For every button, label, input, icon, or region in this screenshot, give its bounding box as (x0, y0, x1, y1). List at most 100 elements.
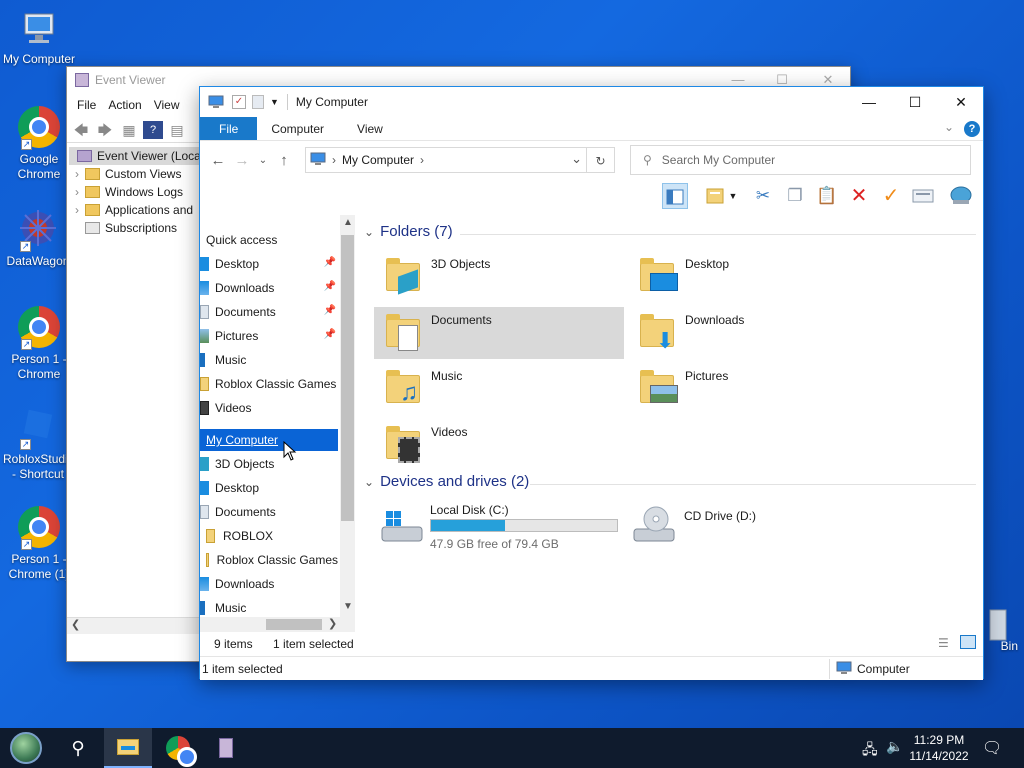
navigation-pane-icon[interactable] (662, 183, 688, 209)
console-tree-icon[interactable]: ▦ (119, 121, 139, 139)
view-dropdown-icon[interactable]: ▼ (728, 183, 738, 209)
ribbon-expand-icon[interactable]: ⌄ (944, 120, 954, 134)
copy-icon[interactable]: ❐ (782, 183, 808, 209)
address-bar[interactable]: › My Computer › ⌄ (305, 147, 587, 173)
menu-action[interactable]: Action (102, 98, 147, 112)
delete-icon[interactable]: ✕ (846, 183, 872, 209)
menu-view[interactable]: View (148, 98, 186, 112)
taskbar-file-explorer[interactable] (104, 728, 152, 768)
tab-computer[interactable]: Computer (257, 117, 338, 140)
help-icon[interactable]: ? (964, 121, 980, 137)
up-arrow-icon[interactable]: ↑ (272, 152, 296, 169)
nav-item-3d-objects[interactable]: 3D Objects (200, 453, 338, 475)
breadcrumb-chevron-icon[interactable]: › (332, 153, 336, 167)
folder-tile-pictures[interactable]: Pictures (628, 363, 878, 415)
address-dropdown-icon[interactable]: ⌄ (571, 151, 582, 167)
drive-tile-cd-drive-d[interactable]: CD Drive (D:) (628, 499, 878, 555)
breadcrumb-chevron-icon[interactable]: › (420, 153, 424, 167)
properties-icon[interactable]: ▤ (167, 121, 187, 139)
nav-item-music-2[interactable]: Music (200, 597, 338, 619)
properties-icon[interactable] (910, 183, 936, 209)
menu-file[interactable]: File (71, 98, 102, 112)
nav-item-music[interactable]: Music (200, 349, 338, 371)
maximize-button[interactable]: ☐ (892, 87, 938, 117)
chevron-right-icon[interactable]: › (69, 201, 85, 219)
breadcrumb-my-computer[interactable]: My Computer (342, 153, 414, 167)
nav-item-downloads[interactable]: Downloads (200, 573, 338, 595)
back-arrow-icon[interactable]: ← (206, 152, 230, 169)
notifications-icon[interactable]: 🗨 (982, 738, 1002, 758)
details-view-icon[interactable]: ☰ (938, 636, 949, 650)
folder-tile-music[interactable]: ♫ Music (374, 363, 624, 415)
close-button[interactable]: ✕ (938, 87, 984, 117)
navigation-pane[interactable]: Quick access Desktop 📌 Downloads 📌 Documen… (200, 215, 355, 632)
refresh-button[interactable]: ↻ (587, 147, 615, 173)
desktop-icon-my-computer[interactable]: My Computer (1, 8, 77, 67)
nav-horizontal-scrollbar[interactable]: ❯ (200, 617, 355, 632)
nav-item-documents-pinned[interactable]: Documents 📌 (200, 301, 338, 323)
large-icons-view-icon[interactable] (960, 635, 976, 649)
rename-check-icon[interactable]: ✓ (878, 183, 904, 209)
folder-tile-desktop[interactable]: Desktop (628, 251, 878, 303)
search-button[interactable]: ⚲ (54, 728, 102, 768)
scrollbar-thumb[interactable] (266, 619, 322, 630)
folder-tile-3d-objects[interactable]: 3D Objects (374, 251, 624, 303)
content-area[interactable]: ⌄ Folders (7) 3D Objects Desktop Documen… (358, 215, 983, 632)
tab-view[interactable]: View (338, 117, 397, 140)
back-arrow-icon[interactable]: 🡄 (71, 121, 91, 139)
search-box[interactable]: ⚲ Search My Computer (630, 145, 971, 175)
paste-icon[interactable]: 📋 (814, 183, 840, 209)
tree-item-windows-logs[interactable]: › Windows Logs (69, 183, 209, 201)
collapse-chevron-icon[interactable]: ⌄ (364, 475, 374, 489)
nav-item-documents[interactable]: Documents (200, 501, 338, 523)
chevron-right-icon[interactable]: › (69, 183, 85, 201)
nav-item-roblox[interactable]: ROBLOX (200, 525, 338, 547)
folder-tile-downloads[interactable]: ⬇ Downloads (628, 307, 878, 359)
minimize-button[interactable]: — (846, 87, 892, 117)
collapse-chevron-icon[interactable]: ⌄ (364, 225, 374, 239)
nav-item-desktop-pinned[interactable]: Desktop 📌 (200, 253, 338, 275)
folder-tile-documents[interactable]: Documents (374, 307, 624, 359)
forward-arrow-icon[interactable]: 🡆 (95, 121, 115, 139)
pin-icon[interactable]: 📌 (324, 257, 336, 268)
help-icon[interactable]: ? (143, 120, 163, 139)
nav-vertical-scrollbar[interactable]: ▲ ▼ (340, 215, 355, 617)
volume-icon[interactable]: 🔈 (886, 738, 903, 755)
nav-item-roblox-classic-games-2[interactable]: Roblox Classic Games (200, 549, 338, 571)
scroll-left-icon[interactable]: ❮ (71, 618, 80, 631)
tree-item-event-viewer-local[interactable]: Event Viewer (Local) (69, 147, 209, 165)
chevron-right-icon[interactable]: › (69, 165, 85, 183)
pin-icon[interactable]: 📌 (324, 281, 336, 292)
tree-item-custom-views[interactable]: › Custom Views (69, 165, 209, 183)
pin-icon[interactable]: 📌 (324, 305, 336, 316)
scrollbar-thumb[interactable] (341, 235, 354, 521)
start-button[interactable] (2, 728, 50, 768)
tab-file[interactable]: File (200, 117, 258, 140)
nav-item-downloads-pinned[interactable]: Downloads 📌 (200, 277, 338, 299)
nav-item-pictures-pinned[interactable]: Pictures 📌 (200, 325, 338, 347)
properties-quick-icon[interactable]: ✓ (232, 95, 246, 109)
taskbar-event-viewer[interactable] (202, 728, 250, 768)
nav-item-my-computer[interactable]: My Computer (200, 429, 338, 451)
folders-group-header[interactable]: ⌄ Folders (7) (364, 223, 453, 240)
scroll-down-icon[interactable]: ▼ (343, 601, 353, 612)
network-icon[interactable]: 🖧 (862, 739, 878, 763)
drives-group-header[interactable]: ⌄ Devices and drives (2) (364, 473, 529, 490)
cut-icon[interactable]: ✂ (750, 183, 776, 209)
tree-item-subscriptions[interactable]: Subscriptions (69, 219, 209, 237)
nav-item-desktop[interactable]: Desktop (200, 477, 338, 499)
view-options-icon[interactable] (702, 183, 728, 209)
explorer-window[interactable]: ✓ ▼ My Computer — ☐ ✕ File Computer View… (199, 86, 984, 680)
clock[interactable]: 11:29 PM 11/14/2022 (906, 732, 972, 764)
nav-quick-access[interactable]: Quick access (200, 229, 338, 251)
tree-item-applications[interactable]: › Applications and (69, 201, 209, 219)
horizontal-scrollbar[interactable]: ❮ (67, 617, 199, 634)
new-folder-quick-icon[interactable] (252, 95, 264, 109)
recent-locations-icon[interactable]: ⌄ (254, 155, 272, 166)
scroll-right-icon[interactable]: ❯ (328, 617, 337, 630)
folder-tile-videos[interactable]: Videos (374, 419, 624, 471)
nav-item-videos[interactable]: Videos (200, 397, 338, 419)
scroll-up-icon[interactable]: ▲ (343, 217, 353, 228)
network-globe-icon[interactable] (948, 183, 974, 209)
drive-tile-local-disk-c[interactable]: Local Disk (C:) 47.9 GB free of 79.4 GB (374, 499, 624, 555)
